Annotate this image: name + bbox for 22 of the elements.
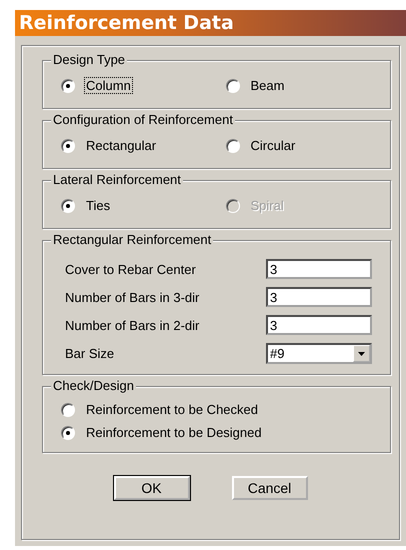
radio-option[interactable]: Column xyxy=(61,78,226,93)
group-title: Configuration of Reinforcement xyxy=(51,112,235,128)
radio-option[interactable]: Rectangular xyxy=(61,138,226,153)
field-label: Number of Bars in 3-dir xyxy=(65,290,200,304)
group-title: Rectangular Reinforcement xyxy=(51,232,214,248)
ok-button[interactable]: OK xyxy=(114,476,190,500)
bar-size-dropdown[interactable]: #9 xyxy=(266,343,372,364)
input-field[interactable]: 3 xyxy=(266,315,372,335)
field-label: Cover to Rebar Center xyxy=(65,262,196,276)
input-field[interactable]: 3 xyxy=(266,287,372,307)
cancel-button[interactable]: Cancel xyxy=(232,476,308,500)
field-label: Number of Bars in 2-dir xyxy=(65,318,200,332)
group-title: Check/Design xyxy=(51,378,136,394)
radio-option[interactable]: Reinforcement to be Designed xyxy=(61,425,390,440)
radio-option[interactable]: Circular xyxy=(226,138,390,153)
radio-option[interactable]: Ties xyxy=(61,198,226,213)
radio-option[interactable]: Beam xyxy=(226,78,390,93)
group-title: Design Type xyxy=(51,52,128,68)
window-title: Reinforcement Data xyxy=(15,10,406,36)
radio-option[interactable]: Reinforcement to be Checked xyxy=(61,402,390,417)
input-field[interactable]: 3 xyxy=(266,259,372,279)
field-label: Bar Size xyxy=(65,346,114,361)
